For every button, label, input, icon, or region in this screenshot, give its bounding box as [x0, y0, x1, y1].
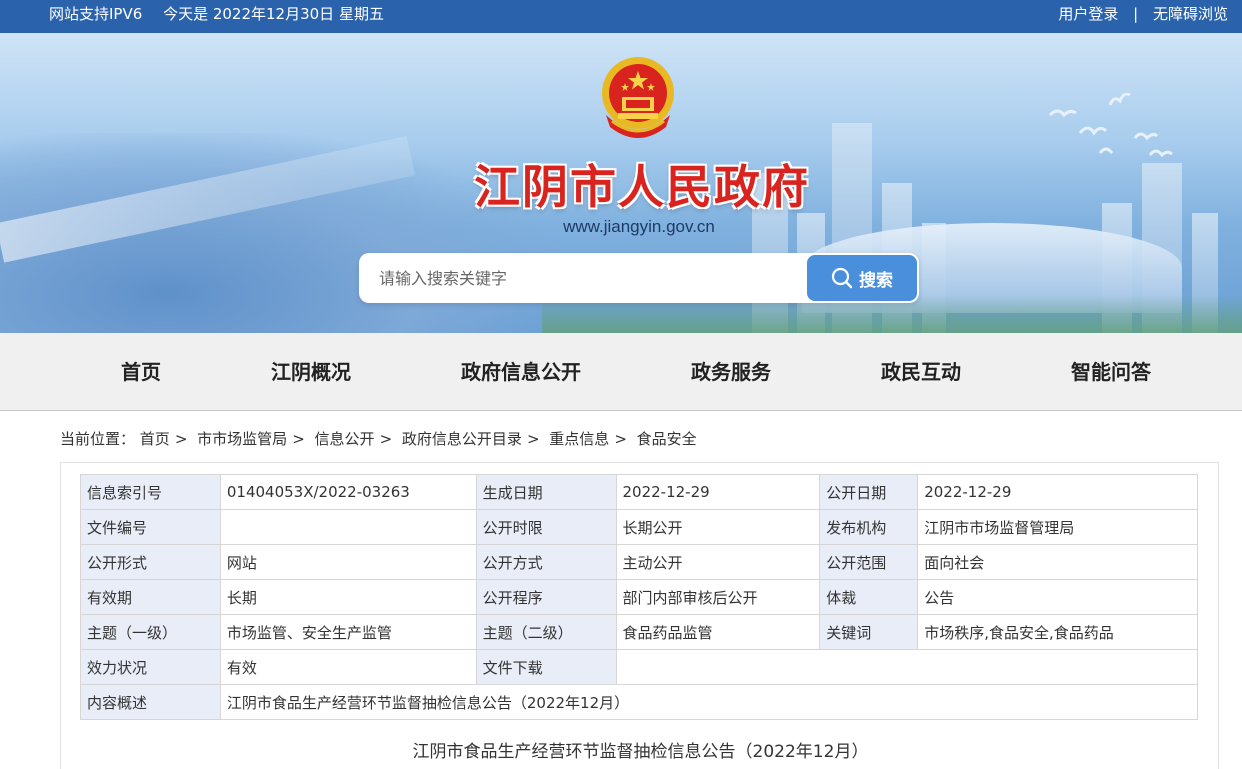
summary-value: 江阴市食品生产经营环节监督抽检信息公告（2022年12月） — [219, 684, 1199, 720]
breadcrumb-sep: > — [614, 430, 627, 448]
search-bar: 搜索 — [359, 253, 919, 303]
table-row: 主题（一级） 市场监管、安全生产监管 主题（二级） 食品药品监管 关键词 市场秩… — [80, 614, 1198, 650]
breadcrumb-food-safety[interactable]: 食品安全 — [637, 430, 697, 448]
info-panel: 信息索引号 01404053X/2022-03263 生成日期 2022-12-… — [60, 462, 1219, 769]
search-icon — [831, 267, 853, 289]
breadcrumb-key-info[interactable]: 重点信息 — [549, 430, 609, 448]
topic1-value: 市场监管、安全生产监管 — [219, 614, 477, 650]
nav-item-overview[interactable]: 江阴概况 — [256, 333, 366, 411]
doc-no-value — [219, 509, 477, 545]
breadcrumb-sep: > — [292, 430, 305, 448]
breadcrumb-info-public[interactable]: 信息公开 — [315, 430, 375, 448]
article-title: 江阴市食品生产经营环节监督抽检信息公告（2022年12月） — [412, 742, 869, 762]
metadata-table: 信息索引号 01404053X/2022-03263 生成日期 2022-12-… — [80, 474, 1199, 720]
procedure-label: 公开程序 — [475, 579, 617, 615]
breadcrumb-catalog[interactable]: 政府信息公开目录 — [402, 430, 522, 448]
national-emblem-icon — [602, 57, 674, 138]
site-title: 江阴市人民政府 — [474, 160, 810, 214]
index-label: 信息索引号 — [80, 474, 221, 510]
pub-date-value: 2022-12-29 — [917, 474, 1198, 510]
top-bar-left: 网站支持IPV6 今天是 2022年12月30日 星期五 — [49, 0, 400, 29]
nav-item-services[interactable]: 政务服务 — [676, 333, 786, 411]
birds-icon — [1048, 93, 1173, 158]
status-label: 效力状况 — [80, 649, 221, 685]
form-value: 网站 — [219, 544, 477, 580]
header-banner: 江阴市人民政府 www.jiangyin.gov.cn 搜索 — [0, 33, 1242, 333]
method-label: 公开方式 — [475, 544, 617, 580]
top-bar: 网站支持IPV6 今天是 2022年12月30日 星期五 用户登录 | 无障碍浏… — [0, 0, 1242, 33]
breadcrumb-sep: > — [379, 430, 393, 448]
user-login-link[interactable]: 用户登录 — [1058, 5, 1118, 23]
nav-item-gov-info[interactable]: 政府信息公开 — [450, 333, 592, 411]
status-value: 有效 — [219, 649, 477, 685]
download-value — [615, 649, 1198, 685]
scope-value: 面向社会 — [917, 544, 1198, 580]
topic2-value: 食品药品监管 — [615, 614, 821, 650]
main-nav: 首页 江阴概况 政府信息公开 政务服务 政民互动 智能问答 — [0, 333, 1242, 411]
procedure-value: 部门内部审核后公开 — [615, 579, 821, 615]
genre-label: 体裁 — [819, 579, 919, 615]
summary-label: 内容概述 — [80, 684, 221, 720]
breadcrumb-sep: > — [174, 430, 188, 448]
keywords-value: 市场秩序,食品安全,食品药品 — [917, 614, 1198, 650]
top-bar-separator: | — [1133, 5, 1139, 23]
table-row: 文件编号 公开时限 长期公开 发布机构 江阴市市场监督管理局 — [80, 509, 1198, 545]
current-date: 今天是 2022年12月30日 星期五 — [163, 5, 384, 23]
breadcrumb: 当前位置： 首页 > 市市场监管局 > 信息公开 > 政府信息公开目录 > 重点信息 > … — [60, 428, 697, 449]
site-url: www.jiangyin.gov.cn — [563, 217, 715, 236]
period-value: 长期公开 — [615, 509, 821, 545]
accessibility-link[interactable]: 无障碍浏览 — [1153, 5, 1228, 23]
topic1-label: 主题（一级） — [80, 614, 221, 650]
table-row: 信息索引号 01404053X/2022-03263 生成日期 2022-12-… — [80, 474, 1198, 510]
scope-label: 公开范围 — [819, 544, 919, 580]
genre-value: 公告 — [917, 579, 1198, 615]
period-label: 公开时限 — [475, 509, 617, 545]
method-value: 主动公开 — [615, 544, 821, 580]
org-label: 发布机构 — [819, 509, 919, 545]
search-button-label: 搜索 — [859, 270, 893, 291]
index-value: 01404053X/2022-03263 — [219, 474, 477, 510]
validity-label: 有效期 — [80, 579, 221, 615]
pub-date-label: 公开日期 — [819, 474, 919, 510]
download-label: 文件下载 — [475, 649, 617, 685]
ipv6-notice: 网站支持IPV6 — [49, 5, 143, 23]
breadcrumb-market-bureau[interactable]: 市市场监管局 — [197, 430, 287, 448]
breadcrumb-sep: > — [526, 430, 540, 448]
keywords-label: 关键词 — [819, 614, 919, 650]
breadcrumb-home[interactable]: 首页 — [140, 430, 170, 448]
table-row: 效力状况 有效 文件下载 — [80, 649, 1198, 685]
search-input[interactable] — [379, 265, 799, 291]
nav-item-qa[interactable]: 智能问答 — [1056, 333, 1166, 411]
top-bar-right: 用户登录 | 无障碍浏览 — [1058, 0, 1228, 29]
table-row: 内容概述 江阴市食品生产经营环节监督抽检信息公告（2022年12月） — [80, 684, 1199, 720]
gen-date-value: 2022-12-29 — [615, 474, 821, 510]
topic2-label: 主题（二级） — [475, 614, 617, 650]
org-value: 江阴市市场监督管理局 — [917, 509, 1198, 545]
nav-item-home[interactable]: 首页 — [101, 333, 181, 411]
validity-value: 长期 — [219, 579, 477, 615]
search-button[interactable]: 搜索 — [807, 255, 917, 301]
nav-item-interaction[interactable]: 政民互动 — [866, 333, 976, 411]
table-row: 公开形式 网站 公开方式 主动公开 公开范围 面向社会 — [80, 544, 1198, 580]
table-row: 有效期 长期 公开程序 部门内部审核后公开 体裁 公告 — [80, 579, 1198, 615]
gen-date-label: 生成日期 — [475, 474, 617, 510]
breadcrumb-label: 当前位置： — [60, 430, 136, 448]
doc-no-label: 文件编号 — [80, 509, 221, 545]
form-label: 公开形式 — [80, 544, 221, 580]
